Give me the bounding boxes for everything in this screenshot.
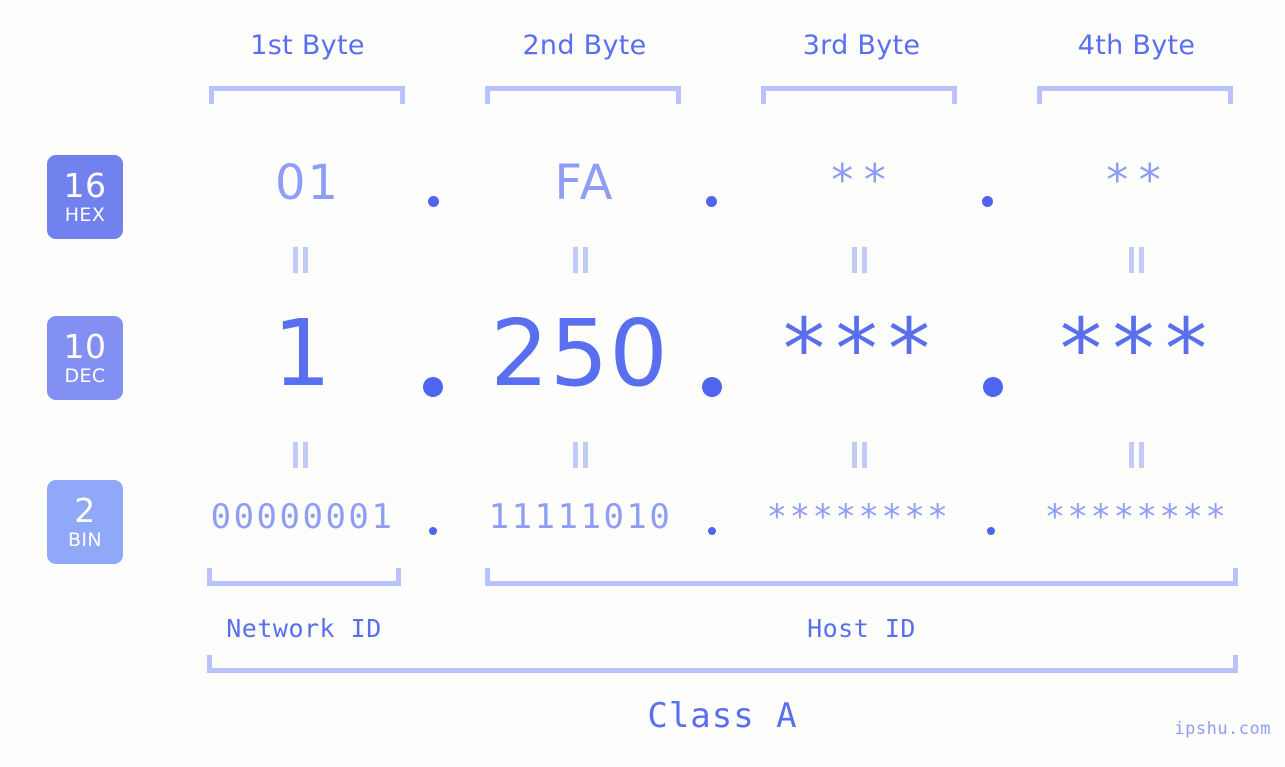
hex-byte-4: **	[1024, 155, 1249, 206]
byte-bracket-top-1	[209, 86, 405, 104]
byte-header-1: 1st Byte	[195, 30, 420, 61]
byte-header-label: 1st Byte	[250, 30, 365, 61]
byte-header-label: 3rd Byte	[802, 30, 921, 61]
dec-byte-4: ***	[1022, 300, 1247, 398]
base-badge-number: 10	[63, 327, 107, 366]
equals-mark-dec-bin-2	[572, 442, 590, 468]
hex-byte-1: 01	[195, 155, 420, 211]
watermark-text: ipshu.com	[1174, 719, 1271, 739]
byte-bracket-top-4	[1037, 86, 1233, 104]
byte-bracket-top-3	[761, 86, 957, 104]
bin-byte-value: 00000001	[210, 497, 395, 537]
hex-byte-value: 01	[274, 155, 341, 211]
byte-header-2: 2nd Byte	[472, 30, 697, 61]
dec-byte-2: 250	[467, 300, 692, 407]
dec-separator-dot-1	[423, 377, 443, 397]
base-badge-dec: 10 DEC	[47, 316, 123, 400]
dec-byte-value: ***	[1055, 300, 1214, 398]
equals-mark-dec-bin-1	[292, 442, 310, 468]
bin-separator-dot-1	[429, 527, 437, 535]
base-badge-name: BIN	[67, 529, 103, 551]
byte-header-3: 3rd Byte	[749, 30, 974, 61]
byte-bracket-top-2	[485, 86, 681, 104]
bin-byte-1: 00000001	[190, 497, 415, 537]
class-label: Class A	[207, 696, 1238, 736]
hex-byte-value: FA	[554, 155, 615, 211]
ip-byte-diagram: 1st Byte 2nd Byte 3rd Byte 4th Byte 16 H…	[0, 0, 1285, 767]
class-text: Class A	[647, 696, 798, 736]
base-badge-hex: 16 HEX	[47, 155, 123, 239]
hex-separator-dot-1	[428, 196, 439, 207]
watermark: ipshu.com	[1174, 719, 1271, 739]
base-badge-name: DEC	[64, 365, 106, 387]
hex-byte-2: FA	[472, 155, 697, 211]
network-id-label: Network ID	[207, 614, 401, 643]
network-id-text: Network ID	[226, 614, 382, 643]
class-bracket	[207, 655, 1238, 673]
bin-byte-4: ********	[1024, 497, 1249, 537]
bin-separator-dot-3	[987, 527, 995, 535]
hex-byte-value: **	[829, 155, 894, 206]
equals-mark-hex-dec-2	[572, 247, 590, 273]
dec-byte-value: 250	[490, 300, 669, 407]
bin-byte-value: ********	[766, 497, 951, 537]
bin-byte-3: ********	[746, 497, 971, 537]
byte-header-label: 4th Byte	[1077, 30, 1196, 61]
dec-byte-3: ***	[745, 300, 970, 398]
dec-byte-1: 1	[190, 300, 415, 407]
base-badge-bin: 2 BIN	[47, 480, 123, 564]
base-badge-name: HEX	[64, 204, 106, 226]
equals-mark-hex-dec-3	[851, 247, 869, 273]
hex-separator-dot-2	[706, 196, 717, 207]
bin-byte-2: 11111010	[468, 497, 693, 537]
host-id-bracket	[485, 568, 1238, 586]
hex-separator-dot-3	[982, 196, 993, 207]
dec-byte-value: 1	[272, 300, 333, 407]
bin-byte-value: 11111010	[488, 497, 673, 537]
equals-mark-hex-dec-1	[292, 247, 310, 273]
bin-separator-dot-2	[708, 527, 716, 535]
equals-mark-dec-bin-4	[1128, 442, 1146, 468]
dec-separator-dot-3	[983, 377, 1003, 397]
hex-byte-value: **	[1104, 155, 1169, 206]
bin-byte-value: ********	[1044, 497, 1229, 537]
dec-byte-value: ***	[778, 300, 937, 398]
dec-separator-dot-2	[702, 377, 722, 397]
host-id-label: Host ID	[485, 614, 1238, 643]
byte-header-label: 2nd Byte	[522, 30, 647, 61]
host-id-text: Host ID	[807, 614, 916, 643]
equals-mark-dec-bin-3	[851, 442, 869, 468]
byte-header-4: 4th Byte	[1024, 30, 1249, 61]
base-badge-number: 16	[63, 166, 107, 205]
equals-mark-hex-dec-4	[1128, 247, 1146, 273]
network-id-bracket	[207, 568, 401, 586]
base-badge-number: 2	[74, 491, 96, 530]
hex-byte-3: **	[749, 155, 974, 206]
